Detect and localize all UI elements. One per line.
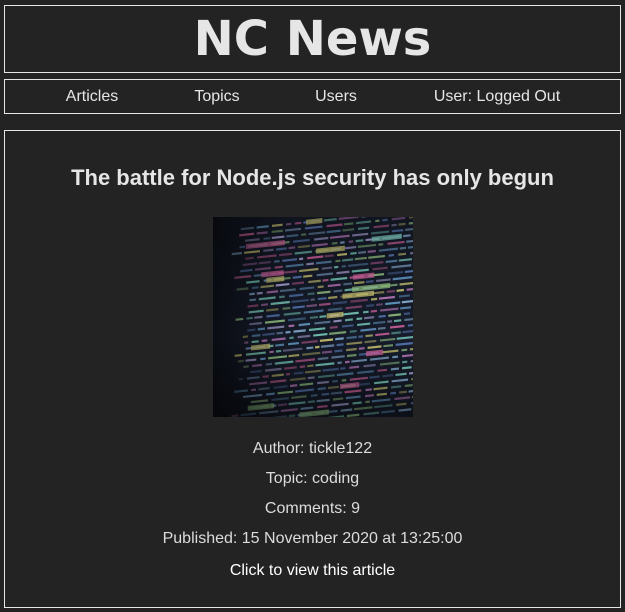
article-topic: Topic: coding xyxy=(265,470,360,487)
article-comments: Comments: 9 xyxy=(264,500,361,517)
user-status: User: Logged Out xyxy=(433,88,561,105)
article-image[interactable] xyxy=(213,217,413,417)
nav-item-articles[interactable]: Articles xyxy=(66,80,118,113)
article-card: The battle for Node.js security has only… xyxy=(4,130,621,608)
view-article-link[interactable]: Click to view this article xyxy=(5,562,620,580)
article-author: Author: tickle122 xyxy=(252,440,373,457)
nav-item-topics[interactable]: Topics xyxy=(194,80,239,113)
article-title[interactable]: The battle for Node.js security has only… xyxy=(5,165,620,191)
site-header: NC News xyxy=(4,5,621,73)
site-title: NC News xyxy=(193,11,432,67)
nav-item-users[interactable]: Users xyxy=(315,80,357,113)
main-nav: Articles Topics Users User: Logged Out xyxy=(4,79,621,114)
code-screen-icon xyxy=(213,217,413,417)
article-published: Published: 15 November 2020 at 13:25:00 xyxy=(162,530,463,547)
